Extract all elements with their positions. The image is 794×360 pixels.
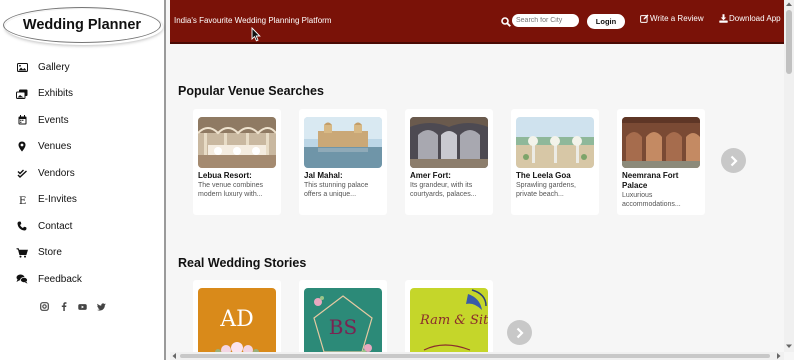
venue-image [198, 117, 276, 168]
venue-description: The venue combines modern luxury with... [198, 182, 263, 198]
venue-description: Sprawling gardens, private beach... [516, 182, 576, 198]
venue-card-leela-goa[interactable]: The Leela Goa Sprawling gardens, private… [511, 109, 599, 215]
download-app-label: Download App [729, 14, 781, 23]
story-card[interactable]: BS [299, 280, 387, 352]
venue-name: The Leela Goa [516, 171, 571, 180]
login-button[interactable]: Login [587, 14, 625, 29]
vertical-scrollbar[interactable] [784, 0, 794, 352]
scroll-left-icon[interactable] [172, 353, 177, 359]
sidebar: Wedding Planner Gallery Exhibits Events [0, 0, 166, 360]
sidebar-item-label: Feedback [38, 273, 82, 285]
sidebar-item-label: Events [38, 114, 69, 126]
search-icon[interactable] [501, 14, 512, 27]
sidebar-item-label: Vendors [38, 167, 75, 179]
venue-name: Lebua Resort: [198, 171, 252, 180]
sidebar-item-label: Gallery [38, 61, 70, 73]
scroll-down-icon[interactable] [786, 344, 792, 349]
story-card[interactable]: AD [193, 280, 281, 352]
venues-next-button[interactable] [721, 148, 746, 173]
horizontal-scrollbar[interactable] [170, 352, 784, 360]
write-review-link[interactable]: Write a Review [640, 14, 704, 23]
sidebar-item-e-invites[interactable]: E E-Invites [0, 187, 164, 214]
image-icon [16, 61, 28, 73]
sidebar-item-label: Store [38, 247, 62, 259]
chevron-right-icon [516, 327, 524, 338]
shopping-cart-icon [16, 247, 28, 259]
sidebar-item-label: E-Invites [38, 194, 77, 206]
venue-card-lebua[interactable]: Lebua Resort: The venue combines modern … [193, 109, 281, 215]
venue-description: Luxurious accommodations... [622, 192, 681, 208]
scroll-right-icon[interactable] [776, 353, 781, 359]
logo[interactable]: Wedding Planner [3, 7, 161, 43]
chevron-right-icon [730, 155, 738, 166]
social-links [40, 302, 106, 311]
story-image: AD [198, 288, 276, 352]
venue-name: Jal Mahal: [304, 171, 343, 180]
venue-image [304, 117, 382, 168]
sidebar-item-vendors[interactable]: Vendors [0, 160, 164, 187]
search-input[interactable] [512, 14, 579, 27]
scroll-up-icon[interactable] [786, 2, 792, 7]
sidebar-item-exhibits[interactable]: Exhibits [0, 81, 164, 108]
story-monogram: Ram & Sita [419, 313, 488, 328]
story-image: Ram & Sita [410, 288, 488, 352]
youtube-icon[interactable] [78, 302, 87, 311]
sidebar-item-label: Venues [38, 141, 72, 153]
stories-section-title: Real Wedding Stories [178, 256, 307, 270]
sidebar-item-contact[interactable]: Contact [0, 213, 164, 240]
edit-icon [640, 14, 649, 23]
stories-next-button[interactable] [507, 320, 532, 345]
tagline: India's Favourite Wedding Planning Platf… [174, 16, 332, 25]
venue-name: Amer Fort: [410, 171, 451, 180]
comments-icon [16, 273, 28, 285]
sidebar-item-venues[interactable]: Venues [0, 134, 164, 161]
top-header: India's Favourite Wedding Planning Platf… [170, 0, 784, 44]
images-icon [16, 88, 28, 100]
download-app-link[interactable]: Download App [719, 14, 781, 23]
venue-card-neemrana[interactable]: Neemrana Fort Palace Luxurious accommoda… [617, 109, 705, 215]
venue-name: Neemrana Fort Palace [622, 171, 679, 190]
story-monogram: BS [329, 315, 357, 339]
sidebar-item-store[interactable]: Store [0, 240, 164, 267]
venue-image [622, 117, 700, 168]
svg-text:E: E [19, 196, 26, 205]
sidebar-item-label: Contact [38, 220, 73, 232]
instagram-icon[interactable] [40, 302, 49, 311]
download-icon [719, 14, 728, 23]
venue-image [410, 117, 488, 168]
story-card[interactable]: Ram & Sita [405, 280, 493, 352]
horizontal-scroll-thumb[interactable] [180, 354, 770, 358]
sidebar-item-feedback[interactable]: Feedback [0, 266, 164, 293]
sidebar-item-events[interactable]: Events [0, 107, 164, 134]
venue-card-jal-mahal[interactable]: Jal Mahal: This stunning palace offers a… [299, 109, 387, 215]
phone-icon [16, 220, 28, 232]
twitter-icon[interactable] [97, 302, 106, 311]
write-review-label: Write a Review [650, 14, 704, 23]
main-content: Popular Venue Searches Lebua Resort: The… [170, 46, 784, 352]
sidebar-item-gallery[interactable]: Gallery [0, 54, 164, 81]
map-pin-icon [16, 141, 28, 153]
story-image: BS [304, 288, 382, 352]
venue-description: This stunning palace offers a unique... [304, 182, 369, 198]
sidebar-nav: Gallery Exhibits Events Venues Vendors E… [0, 54, 164, 293]
logo-text: Wedding Planner [22, 17, 142, 33]
double-check-icon [16, 167, 28, 179]
letter-e-icon: E [16, 194, 28, 206]
venues-section-title: Popular Venue Searches [178, 84, 324, 98]
venue-image [516, 117, 594, 168]
story-monogram: AD [219, 307, 254, 332]
sidebar-item-label: Exhibits [38, 88, 74, 100]
venue-card-amer-fort[interactable]: Amer Fort: Its grandeur, with its courty… [405, 109, 493, 215]
app-window: Wedding Planner Gallery Exhibits Events [0, 0, 794, 360]
calendar-icon [16, 114, 28, 126]
mouse-cursor-icon [251, 27, 261, 42]
venue-description: Its grandeur, with its courtyards, palac… [410, 182, 477, 198]
facebook-icon[interactable] [59, 302, 68, 311]
vertical-scroll-thumb[interactable] [786, 10, 792, 74]
